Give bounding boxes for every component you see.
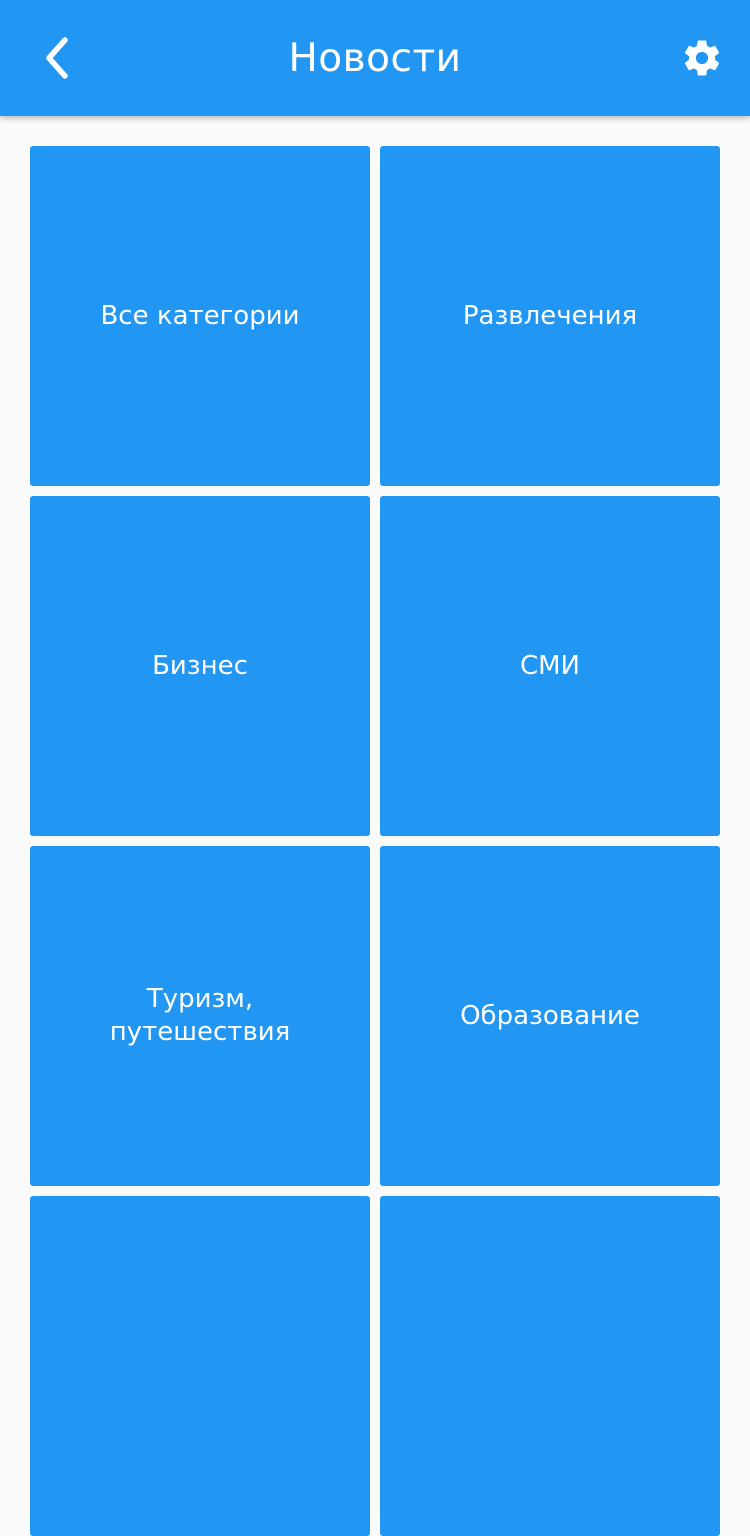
category-label: Все категории (100, 300, 300, 331)
category-label: Туризм, путешествия (109, 984, 291, 1047)
category-grid: Все категории Развлечения Бизнес СМИ Тур… (30, 146, 720, 1536)
category-label: Бизнес (152, 650, 248, 681)
category-tile-media[interactable]: СМИ (380, 496, 720, 836)
category-tile-business[interactable]: Бизнес (30, 496, 370, 836)
page-title: Новости (288, 36, 462, 81)
category-tile-education[interactable]: Образование (380, 846, 720, 1186)
category-label: Образование (460, 1000, 640, 1031)
category-label: Развлечения (462, 300, 638, 331)
category-tile-tourism[interactable]: Туризм, путешествия (30, 846, 370, 1186)
category-tile-entertainment[interactable]: Развлечения (380, 146, 720, 486)
category-tile-all[interactable]: Все категории (30, 146, 370, 486)
category-tile-partial-right[interactable] (380, 1196, 720, 1536)
gear-icon (681, 37, 723, 83)
settings-button[interactable] (674, 32, 730, 88)
category-label: СМИ (519, 650, 581, 681)
category-tile-partial-left[interactable] (30, 1196, 370, 1536)
app-bar: Новости (0, 0, 750, 116)
